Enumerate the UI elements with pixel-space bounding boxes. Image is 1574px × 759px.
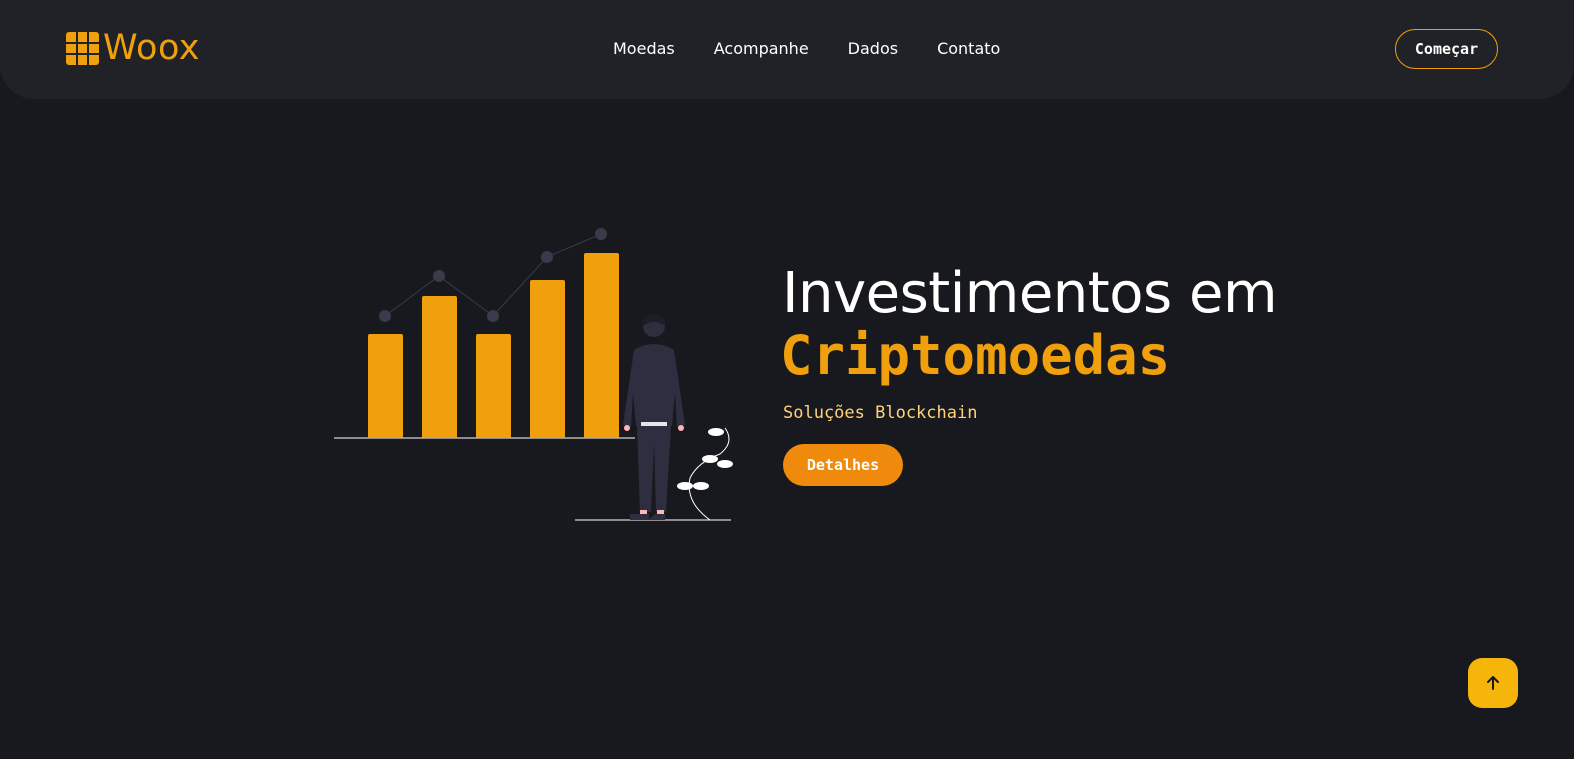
hero-subtitle: Soluções Blockchain: [783, 403, 978, 423]
nav-item-acompanhe[interactable]: Acompanhe: [714, 38, 809, 60]
chart-point: [433, 270, 445, 282]
chart-bar: [530, 280, 565, 438]
chart-bar: [368, 334, 403, 438]
person-figure: [623, 314, 685, 520]
details-button[interactable]: Detalhes: [783, 444, 903, 486]
chart-trend-line: [384, 233, 602, 317]
nav-item-dados[interactable]: Dados: [848, 38, 898, 60]
chart-bar: [422, 296, 457, 438]
logo-text: Woox: [103, 28, 201, 68]
start-button[interactable]: Começar: [1395, 29, 1498, 69]
arrow-up-icon: [1487, 676, 1499, 690]
chart-point: [487, 310, 499, 322]
logo[interactable]: Woox: [66, 28, 200, 68]
page: Woox Moedas Acompanhe Dados Contato Come…: [0, 0, 1574, 759]
hero-highlight: Criptomoedas: [780, 324, 1171, 387]
chart-point: [541, 251, 553, 263]
chart-point: [595, 228, 607, 240]
chip-icon: [66, 31, 99, 65]
chart-bar: [584, 253, 619, 438]
nav-item-moedas[interactable]: Moedas: [613, 38, 675, 60]
scroll-to-top-button[interactable]: [1468, 658, 1518, 708]
chart-bar: [476, 334, 511, 438]
growth-chart-person-illustration: [334, 228, 733, 521]
hero-title: Investimentos em: [782, 261, 1278, 326]
main-nav: Moedas Acompanhe Dados Contato: [613, 38, 1000, 60]
plant-decoration: [677, 427, 733, 521]
chart-point: [379, 310, 391, 322]
header: Woox Moedas Acompanhe Dados Contato Come…: [0, 0, 1574, 99]
nav-item-contato[interactable]: Contato: [937, 38, 1000, 60]
